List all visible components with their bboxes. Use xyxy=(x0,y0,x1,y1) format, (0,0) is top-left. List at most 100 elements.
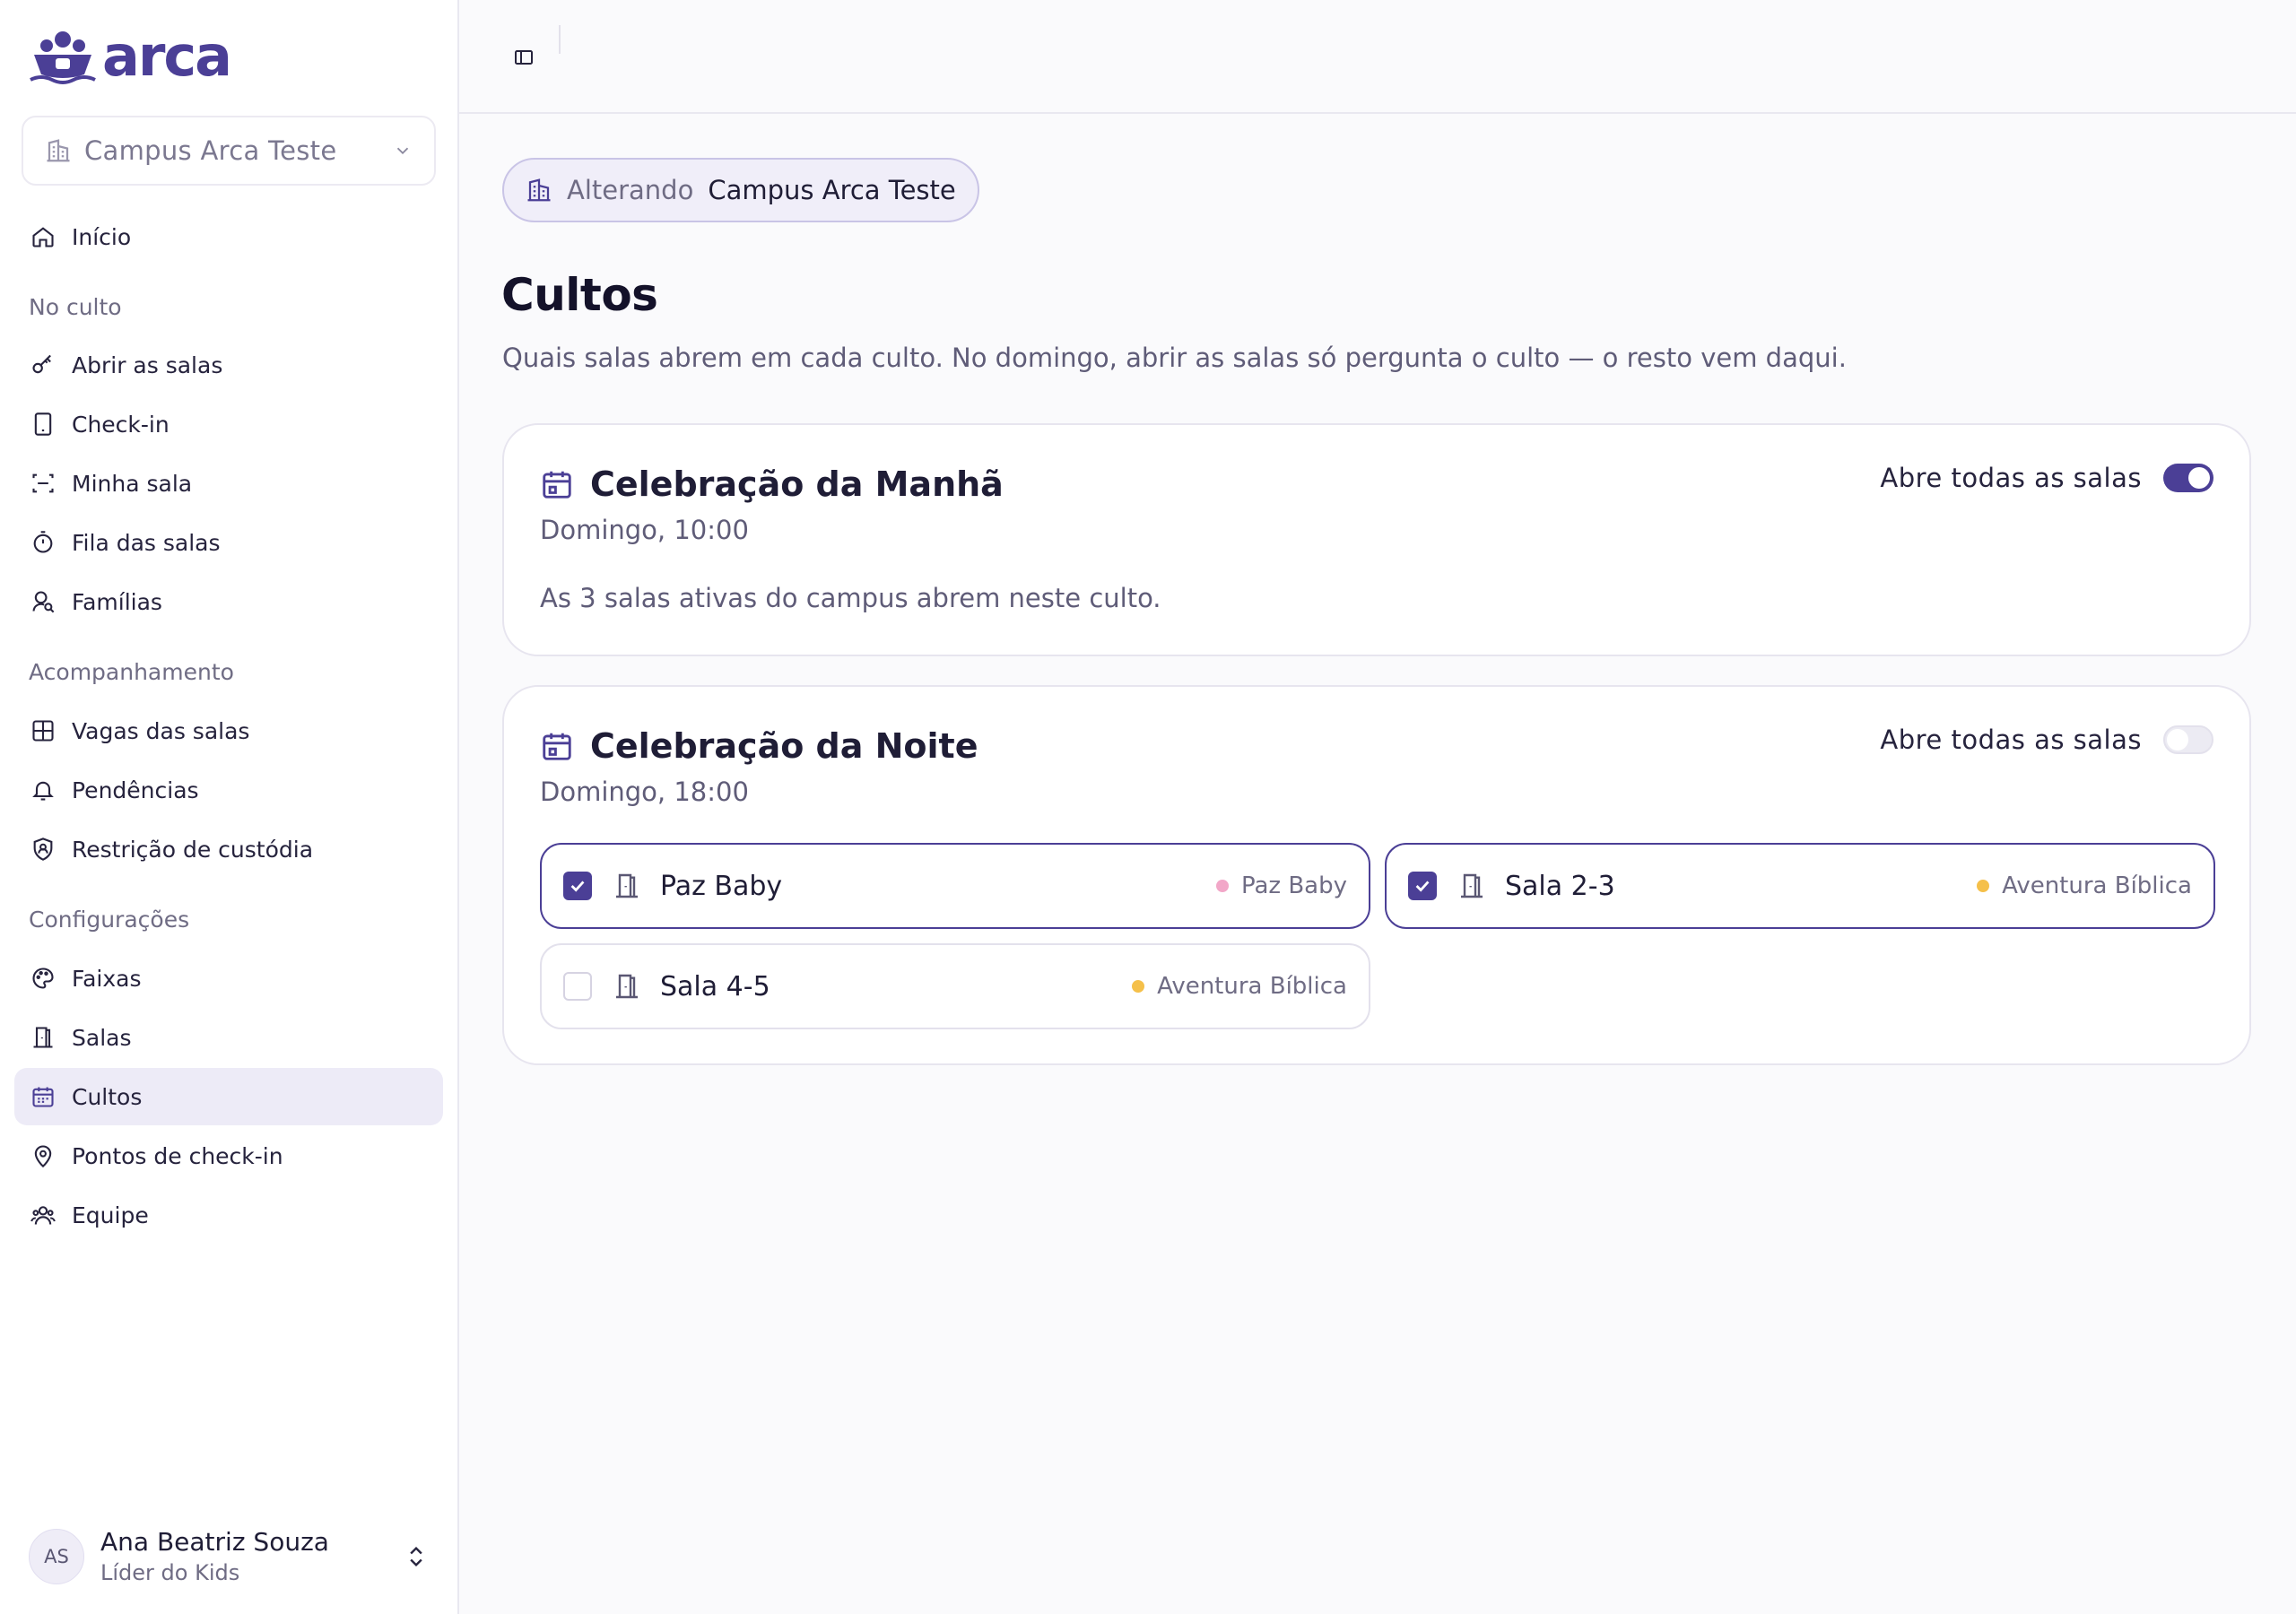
map-pin-icon xyxy=(29,1141,57,1170)
building-icon xyxy=(47,139,70,162)
service-schedule: Domingo, 10:00 xyxy=(540,515,749,545)
door-icon xyxy=(1457,871,1487,901)
users-icon xyxy=(29,1201,57,1229)
opens-all-switch[interactable] xyxy=(2163,464,2213,492)
switch-knob xyxy=(2167,729,2188,751)
nav-item-cultos[interactable]: Cultos xyxy=(14,1068,443,1125)
section-title-no-culto: No culto xyxy=(29,294,122,320)
room-tag: Aventura Bíblica xyxy=(1132,973,1347,1000)
opens-all-label: Abre todas as salas xyxy=(1880,463,2142,493)
scan-icon xyxy=(29,469,57,498)
switch-knob xyxy=(2188,467,2210,489)
nav-item-faixas[interactable]: Faixas xyxy=(14,950,443,1007)
room-option-sala-2-3[interactable]: Sala 2-3 Aventura Bíblica xyxy=(1385,843,2215,929)
calendar-icon xyxy=(543,733,571,760)
campus-context-chip: Alterando Campus Arca Teste xyxy=(502,158,979,222)
logo-wordmark: arca xyxy=(102,23,232,89)
room-name: Sala 4-5 xyxy=(660,970,770,1002)
door-icon xyxy=(612,971,642,1002)
nav-item-vagas-das-salas[interactable]: Vagas das salas xyxy=(14,702,443,759)
key-icon xyxy=(29,351,57,379)
section-title-configuracoes: Configurações xyxy=(29,907,190,933)
service-schedule: Domingo, 18:00 xyxy=(540,777,749,807)
building-icon xyxy=(527,178,551,202)
room-checkbox[interactable] xyxy=(1408,872,1437,900)
home-icon xyxy=(29,222,57,251)
nav-label: Salas xyxy=(72,1024,132,1051)
opens-all-toggle-row: Abre todas as salas xyxy=(1880,463,2213,493)
user-name: Ana Beatriz Souza xyxy=(100,1527,329,1557)
door-icon xyxy=(612,871,642,901)
room-option-paz-baby[interactable]: Paz Baby Paz Baby xyxy=(540,843,1370,929)
user-info: Ana Beatriz Souza Líder do Kids xyxy=(100,1526,400,1587)
service-card-noite: Celebração da Noite Domingo, 18:00 Abre … xyxy=(502,685,2251,1065)
check-icon xyxy=(570,881,585,892)
nav-item-equipe[interactable]: Equipe xyxy=(14,1186,443,1244)
section-title-acompanhamento: Acompanhamento xyxy=(29,659,234,685)
room-checkbox[interactable] xyxy=(563,872,592,900)
nav-item-salas[interactable]: Salas xyxy=(14,1009,443,1066)
nav-label: Minha sala xyxy=(72,470,193,497)
campus-select[interactable]: Campus Arca Teste xyxy=(22,116,436,186)
palette-icon xyxy=(29,964,57,993)
nav-item-inicio[interactable]: Início xyxy=(14,208,443,265)
topbar-divider xyxy=(559,25,561,54)
nav-label: Famílias xyxy=(72,588,162,615)
nav-item-familias[interactable]: Famílias xyxy=(14,573,443,630)
nav-label: Restrição de custódia xyxy=(72,836,314,863)
nav-item-check-in[interactable]: Check-in xyxy=(14,395,443,453)
arca-logo[interactable]: arca xyxy=(29,23,232,89)
nav-item-abrir-as-salas[interactable]: Abrir as salas xyxy=(14,336,443,394)
timer-icon xyxy=(29,528,57,557)
chevron-down-icon xyxy=(396,147,409,155)
nav-label: Equipe xyxy=(72,1202,149,1228)
nav-item-pontos-de-check-in[interactable]: Pontos de check-in xyxy=(14,1127,443,1184)
chevrons-up-down-icon xyxy=(400,1540,432,1573)
tag-dot xyxy=(1215,880,1229,892)
user-role: Líder do Kids xyxy=(100,1560,240,1585)
tag-dot xyxy=(1977,880,1990,892)
room-option-sala-4-5[interactable]: Sala 4-5 Aventura Bíblica xyxy=(540,943,1370,1029)
tag-label: Paz Baby xyxy=(1240,872,1347,899)
tablet-icon xyxy=(29,410,57,438)
nav-label: Vagas das salas xyxy=(72,717,250,744)
room-tag: Paz Baby xyxy=(1215,872,1347,899)
nav-label: Faixas xyxy=(72,965,142,992)
calendar-icon xyxy=(29,1082,57,1111)
bell-icon xyxy=(29,776,57,804)
chip-label: Alterando xyxy=(567,175,694,205)
nav-item-fila-das-salas[interactable]: Fila das salas xyxy=(14,514,443,571)
nav-item-pendencias[interactable]: Pendências xyxy=(14,761,443,819)
nav-label: Check-in xyxy=(72,411,170,438)
sidebar-toggle-button[interactable] xyxy=(499,39,549,75)
tag-label: Aventura Bíblica xyxy=(1157,973,1347,1000)
nav-label: Pendências xyxy=(72,777,199,803)
topbar xyxy=(459,0,2296,114)
service-name: Celebração da Manhã xyxy=(590,464,1004,504)
calendar-icon xyxy=(543,471,571,499)
campus-select-value: Campus Arca Teste xyxy=(84,135,337,166)
check-icon xyxy=(1415,881,1430,892)
avatar: AS xyxy=(29,1529,84,1584)
user-search-icon xyxy=(29,587,57,616)
door-icon xyxy=(29,1023,57,1052)
opens-all-toggle-row: Abre todas as salas xyxy=(1880,725,2213,755)
nav-label: Início xyxy=(72,223,132,250)
user-menu[interactable]: AS Ana Beatriz Souza Líder do Kids xyxy=(29,1524,432,1589)
nav-item-restricao-de-custodia[interactable]: Restrição de custódia xyxy=(14,820,443,878)
nav-label: Fila das salas xyxy=(72,529,221,556)
opens-all-switch[interactable] xyxy=(2163,725,2213,754)
chip-value: Campus Arca Teste xyxy=(708,175,956,205)
room-name: Paz Baby xyxy=(660,870,783,902)
page-description: Quais salas abrem em cada culto. No domi… xyxy=(502,343,1847,373)
tag-dot xyxy=(1132,980,1145,993)
room-checkbox[interactable] xyxy=(563,972,592,1001)
room-tag: Aventura Bíblica xyxy=(1977,872,2192,899)
nav-label: Cultos xyxy=(72,1083,143,1110)
card-header: Celebração da Manhã xyxy=(540,464,1004,504)
page-title: Cultos xyxy=(501,269,658,321)
tag-label: Aventura Bíblica xyxy=(2002,872,2192,899)
nav-label: Abrir as salas xyxy=(72,351,223,378)
nav-item-minha-sala[interactable]: Minha sala xyxy=(14,455,443,512)
room-name: Sala 2-3 xyxy=(1505,870,1615,902)
